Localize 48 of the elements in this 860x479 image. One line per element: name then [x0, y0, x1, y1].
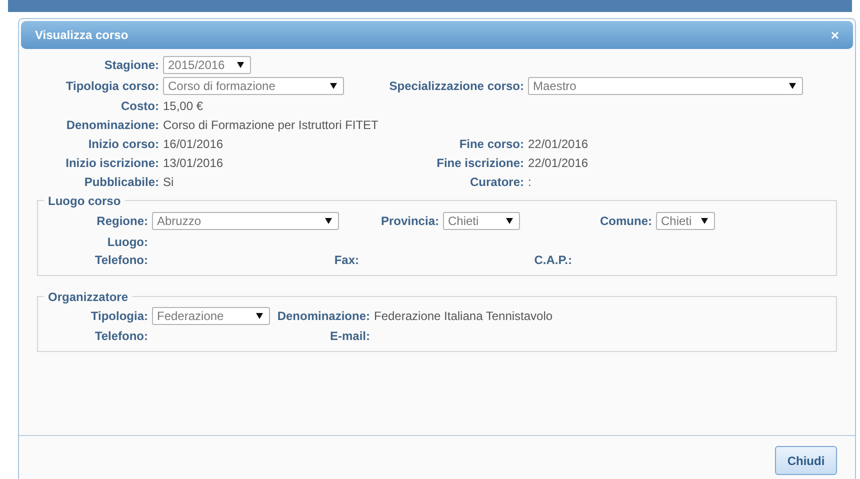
dropdown[interactable]: Corso di formazione [163, 76, 344, 94]
field-label: Inizio iscrizione: [66, 154, 159, 172]
field-label: Telefono: [94, 252, 148, 269]
field-label: Curatore: [470, 174, 524, 190]
caret-icon [330, 82, 337, 88]
field-label: Specializzazione corso: [389, 78, 524, 94]
field-label: Costo: [121, 98, 159, 114]
field-label: Fine corso: [459, 136, 524, 152]
field-label: Telefono: [94, 328, 148, 345]
field-value: Federazione Italiana Tennistavolo [374, 308, 553, 325]
field-value: 15,00 € [163, 98, 204, 114]
field-label: Tipologia: [90, 308, 148, 325]
field-label: Fine iscrizione: [436, 154, 524, 172]
caret-icon [701, 218, 708, 224]
field-label: Pubblicabile: [84, 174, 159, 190]
caret-icon [506, 218, 513, 224]
caret-icon [789, 82, 796, 88]
field-label: Comune: [600, 213, 652, 230]
window-title: Visualizza corso [35, 27, 128, 44]
close-button[interactable]: × [830, 28, 839, 42]
field-label: Inizio corso: [88, 136, 159, 152]
dropdown[interactable]: Federazione [152, 307, 270, 325]
field-value: 16/01/2016 [163, 136, 224, 152]
field-label: Luogo: [107, 234, 148, 251]
close-dialog-button[interactable]: Chiudi [775, 446, 837, 475]
field-label: E-mail: [330, 328, 370, 345]
dropdown[interactable]: Chieti [656, 212, 715, 230]
field-label: Denominazione: [277, 308, 370, 325]
field-label: Fax: [334, 252, 359, 269]
field-value: Si [163, 174, 174, 190]
field-label: Denominazione: [66, 116, 159, 134]
field-label: Stagione: [104, 56, 159, 74]
dropdown[interactable]: 2015/2016 [163, 56, 251, 74]
caret-icon [256, 313, 263, 319]
field-label: C.A.P.: [534, 252, 572, 269]
dropdown[interactable]: Abruzzo [152, 212, 339, 230]
field-value: 22/01/2016 [528, 154, 588, 172]
field-label: Regione: [96, 213, 148, 230]
field-value: Corso di Formazione per Istruttori FITET [163, 116, 378, 134]
caret-icon [237, 62, 244, 68]
field-label: Provincia: [380, 213, 439, 230]
caret-icon [325, 218, 332, 224]
dropdown[interactable]: Chieti [443, 212, 520, 230]
field-value: 22/01/2016 [528, 136, 588, 152]
field-label: Tipologia corso: [66, 78, 159, 94]
field-value: 13/01/2016 [163, 154, 224, 172]
field-value: : [528, 174, 532, 190]
dropdown[interactable]: Maestro [528, 76, 803, 94]
